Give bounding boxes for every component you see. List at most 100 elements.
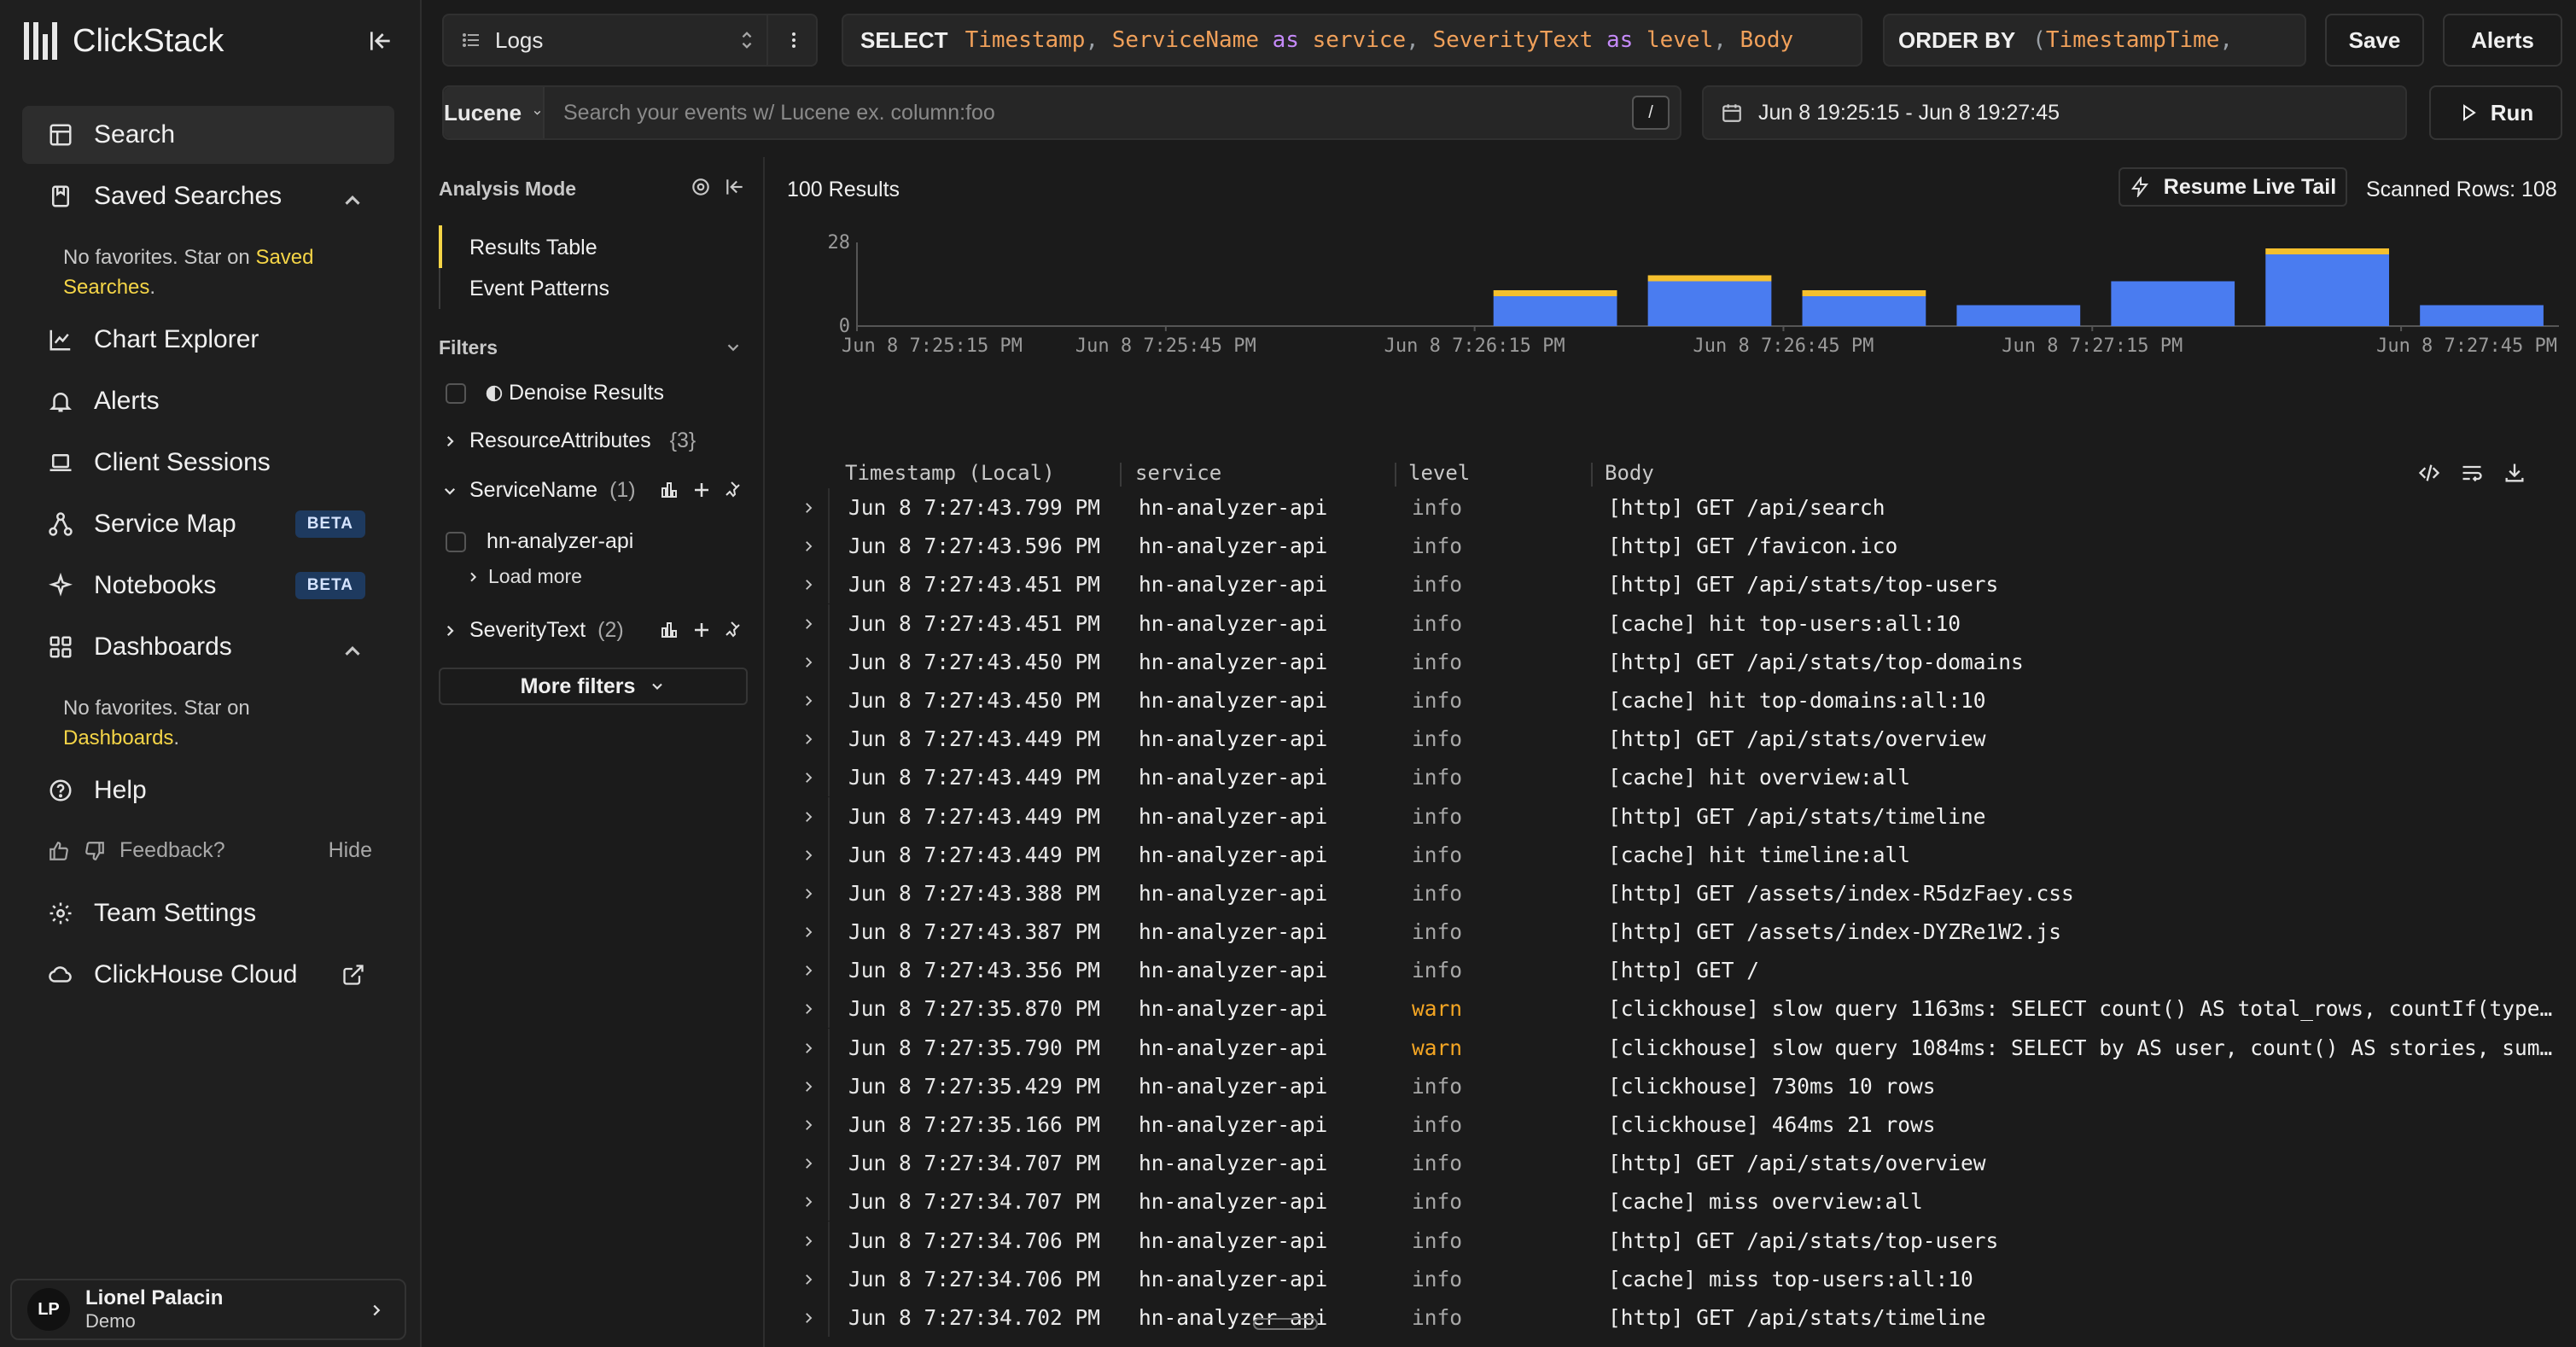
settings-icon[interactable] [690,176,712,198]
expand-row-icon[interactable] [801,886,816,901]
table-row[interactable]: Jun 8 7:27:43.596 PM hn-analyzer-api info [… [766,527,2576,566]
nav-service-map[interactable]: Service Map BETA [22,495,394,553]
table-row[interactable]: Jun 8 7:27:43.451 PM hn-analyzer-api info [… [766,565,2576,604]
source-selector[interactable]: Logs [442,14,818,67]
expand-row-icon[interactable] [801,1310,816,1326]
expand-row-icon[interactable] [801,1001,816,1017]
filter-group-resource-attributes[interactable]: ResourceAttributes {3} [442,429,696,453]
denoise-toggle[interactable]: Denoise Results [446,381,664,405]
expand-row-icon[interactable] [801,770,816,785]
thumbs-down-icon[interactable] [84,840,106,862]
bar-warn[interactable] [2265,248,2389,254]
nav-dashboards[interactable]: Dashboards [22,618,394,676]
bar-info[interactable] [2265,254,2389,326]
select-query-input[interactable]: SELECT Timestamp, ServiceName as service… [842,14,1862,67]
search-input[interactable]: Search your events w/ Lucene ex. column:… [563,101,1632,125]
run-button[interactable]: Run [2429,85,2562,140]
bar-warn[interactable] [1802,290,1926,296]
chevron-down-icon[interactable] [724,338,743,357]
nav-saved-searches[interactable]: Saved Searches [22,167,394,225]
expand-row-icon[interactable] [801,963,816,978]
mode-event-patterns[interactable]: Event Patterns [469,277,609,301]
app-logo[interactable]: ClickStack [24,22,224,60]
column-resizer[interactable] [1591,463,1593,487]
column-header-timestamp[interactable]: Timestamp (Local) [845,461,1055,485]
bar-info[interactable] [1956,305,2081,327]
expand-row-icon[interactable] [801,809,816,825]
save-button[interactable]: Save [2325,14,2424,67]
expand-row-icon[interactable] [801,500,816,516]
table-row[interactable]: Jun 8 7:27:43.449 PM hn-analyzer-api info [… [766,796,2576,836]
user-menu[interactable]: LP Lionel Palacin Demo [10,1279,406,1340]
table-row[interactable]: Jun 8 7:27:34.706 PM hn-analyzer-api info [… [766,1221,2576,1260]
plus-icon[interactable] [691,620,712,640]
mode-results-table[interactable]: Results Table [469,236,597,260]
collapse-sidebar-icon[interactable] [367,27,394,55]
bar-warn[interactable] [1493,290,1617,296]
expand-row-icon[interactable] [801,1117,816,1133]
bar-chart-icon[interactable] [659,480,679,500]
thumbs-up-icon[interactable] [48,840,70,862]
scrollbar-handle[interactable] [1253,1318,1318,1330]
nav-help[interactable]: Help [22,761,394,819]
more-filters-button[interactable]: More filters [439,668,748,705]
filter-value-checkbox[interactable] [446,531,466,552]
table-row[interactable]: Jun 8 7:27:43.450 PM hn-analyzer-api info [… [766,642,2576,681]
bar-info[interactable] [1802,296,1926,326]
expand-row-icon[interactable] [801,655,816,670]
download-icon[interactable] [2503,461,2526,485]
table-row[interactable]: Jun 8 7:27:34.707 PM hn-analyzer-api info [… [766,1144,2576,1183]
query-language-select[interactable]: Lucene [444,87,545,138]
nav-notebooks[interactable]: Notebooks BETA [22,557,394,615]
collapse-panel-icon[interactable] [724,176,746,198]
table-row[interactable]: Jun 8 7:27:43.451 PM hn-analyzer-api info [… [766,604,2576,643]
bar-info[interactable] [2111,281,2235,327]
column-resizer[interactable] [1120,463,1122,487]
nav-chart-explorer[interactable]: Chart Explorer [22,311,394,369]
pin-icon[interactable] [724,480,744,500]
expand-row-icon[interactable] [801,1079,816,1094]
column-header-body[interactable]: Body [1605,461,1654,485]
dashboards-link[interactable]: Dashboards [63,726,173,749]
bar-info[interactable] [1647,281,1772,327]
bar-chart-icon[interactable] [659,620,679,640]
table-row[interactable]: Jun 8 7:27:43.387 PM hn-analyzer-api info [… [766,913,2576,952]
column-header-level[interactable]: level [1408,461,1470,485]
column-header-service[interactable]: service [1135,461,1221,485]
filter-group-service-name[interactable]: ServiceName (1) [442,478,636,503]
nav-alerts[interactable]: Alerts [22,372,394,430]
table-row[interactable]: Jun 8 7:27:43.449 PM hn-analyzer-api info [… [766,720,2576,759]
bar-warn[interactable] [1647,275,1772,282]
pin-icon[interactable] [724,620,744,640]
denoise-checkbox[interactable] [446,382,466,404]
table-row[interactable]: Jun 8 7:27:35.429 PM hn-analyzer-api info [… [766,1066,2576,1105]
table-row[interactable]: Jun 8 7:27:34.702 PM hn-analyzer-api info[… [766,1297,2576,1337]
table-row[interactable]: Jun 8 7:27:35.166 PM hn-analyzer-api info [… [766,1105,2576,1144]
expand-row-icon[interactable] [801,732,816,747]
expand-row-icon[interactable] [801,1156,816,1171]
chevron-up-icon[interactable] [340,639,365,664]
expand-row-icon[interactable] [801,616,816,632]
expand-row-icon[interactable] [801,1041,816,1056]
nav-search[interactable]: Search [22,106,394,164]
table-row[interactable]: Jun 8 7:27:35.870 PM hn-analyzer-api warn [… [766,989,2576,1029]
expand-row-icon[interactable] [801,1233,816,1249]
column-resizer[interactable] [1395,463,1396,487]
table-row[interactable]: Jun 8 7:27:43.449 PM hn-analyzer-api info [… [766,835,2576,874]
expand-row-icon[interactable] [801,848,816,863]
table-row[interactable]: Jun 8 7:27:34.707 PM hn-analyzer-api info [… [766,1182,2576,1222]
alerts-button[interactable]: Alerts [2443,14,2562,67]
table-row[interactable]: Jun 8 7:27:34.706 PM hn-analyzer-api info [… [766,1259,2576,1298]
nav-clickhouse-cloud[interactable]: ClickHouse Cloud [22,946,394,1004]
filter-value-row[interactable]: hn-analyzer-api [446,529,633,554]
expand-row-icon[interactable] [801,693,816,708]
hide-feedback-button[interactable]: Hide [329,838,372,863]
expand-row-icon[interactable] [801,1272,816,1287]
time-range-picker[interactable]: Jun 8 19:25:15 - Jun 8 19:27:45 [1702,85,2407,140]
chevron-up-icon[interactable] [340,188,365,213]
histogram-chart[interactable]: 28 0Jun 8 7:25:15 PM Jun 8 7:25:45 PM Jun 8… [766,230,2576,461]
table-row[interactable]: Jun 8 7:27:43.449 PM hn-analyzer-api info [… [766,758,2576,797]
table-row[interactable]: Jun 8 7:27:43.799 PM hn-analyzer-api info [… [766,488,2576,527]
expand-row-icon[interactable] [801,577,816,592]
load-more-button[interactable]: Load more [466,565,582,588]
